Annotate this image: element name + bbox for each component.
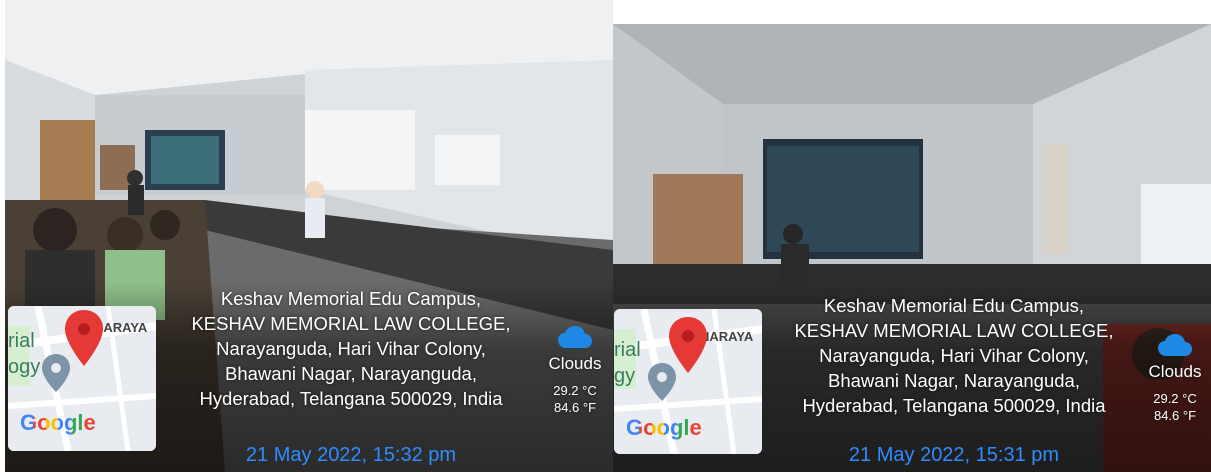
map-thumbnail: NARAYA rial ogy Google <box>8 306 156 451</box>
weather-block: Clouds 29.2 °C 84.6 °F <box>1139 334 1211 424</box>
temperature-fahrenheit: 84.6 °F <box>553 400 597 415</box>
weather-condition: Clouds <box>1148 362 1202 381</box>
address-line: Narayanguda, Hari Vihar Colony, <box>216 338 486 359</box>
timestamp: 21 May 2022, 15:31 pm <box>848 444 1060 466</box>
address-line: Keshav Memorial Edu Campus, <box>220 288 482 309</box>
address-line: Narayanguda, Hari Vihar Colony, <box>819 345 1089 366</box>
weather-condition: Clouds <box>548 354 602 373</box>
google-logo-text: Google <box>20 410 96 435</box>
temperature-fahrenheit: 84.6 °F <box>1153 408 1197 423</box>
cloud-icon <box>558 326 592 348</box>
map-label-place: NARAYA <box>700 329 754 344</box>
place-marker-icon <box>42 354 70 392</box>
map-label-fragment-1: rial <box>8 330 35 352</box>
map-thumbnail: NARAYA rial gy Google <box>614 309 762 454</box>
place-marker-icon <box>648 363 676 401</box>
timestamp: 21 May 2022, 15:32 pm <box>245 444 457 466</box>
location-pin-icon <box>65 310 103 366</box>
address-line: Hyderabad, Telangana 500029, India <box>802 395 1106 416</box>
cloud-icon <box>1158 334 1192 356</box>
geotag-photo-left: NARAYA rial ogy Google Keshav Memorial E… <box>5 0 613 472</box>
map-label-fragment-1: rial <box>614 339 641 361</box>
geotag-photo-right: NARAYA rial gy Google Keshav Memorial Ed… <box>613 24 1211 472</box>
google-logo-text: Google <box>626 415 702 440</box>
weather-block: Clouds 29.2 °C 84.6 °F <box>535 326 613 416</box>
address-line: Hyderabad, Telangana 500029, India <box>199 388 503 409</box>
address-line: Bhawani Nagar, Narayanguda, <box>828 370 1080 391</box>
address-line: KESHAV MEMORIAL LAW COLLEGE, <box>794 320 1114 341</box>
address-line: Keshav Memorial Edu Campus, <box>823 295 1085 316</box>
map-label-fragment-2: gy <box>614 365 636 387</box>
map-label-fragment-2: ogy <box>8 356 41 378</box>
temperature-celsius: 29.2 °C <box>553 383 597 398</box>
address-line: KESHAV MEMORIAL LAW COLLEGE, <box>191 313 511 334</box>
address-block: Keshav Memorial Edu Campus, KESHAV MEMOR… <box>165 286 537 411</box>
address-line: Bhawani Nagar, Narayanguda, <box>225 363 477 384</box>
temperature-celsius: 29.2 °C <box>1153 391 1197 406</box>
google-logo: Google <box>626 415 702 441</box>
google-logo: Google <box>20 410 96 436</box>
address-block: Keshav Memorial Edu Campus, KESHAV MEMOR… <box>769 293 1139 418</box>
